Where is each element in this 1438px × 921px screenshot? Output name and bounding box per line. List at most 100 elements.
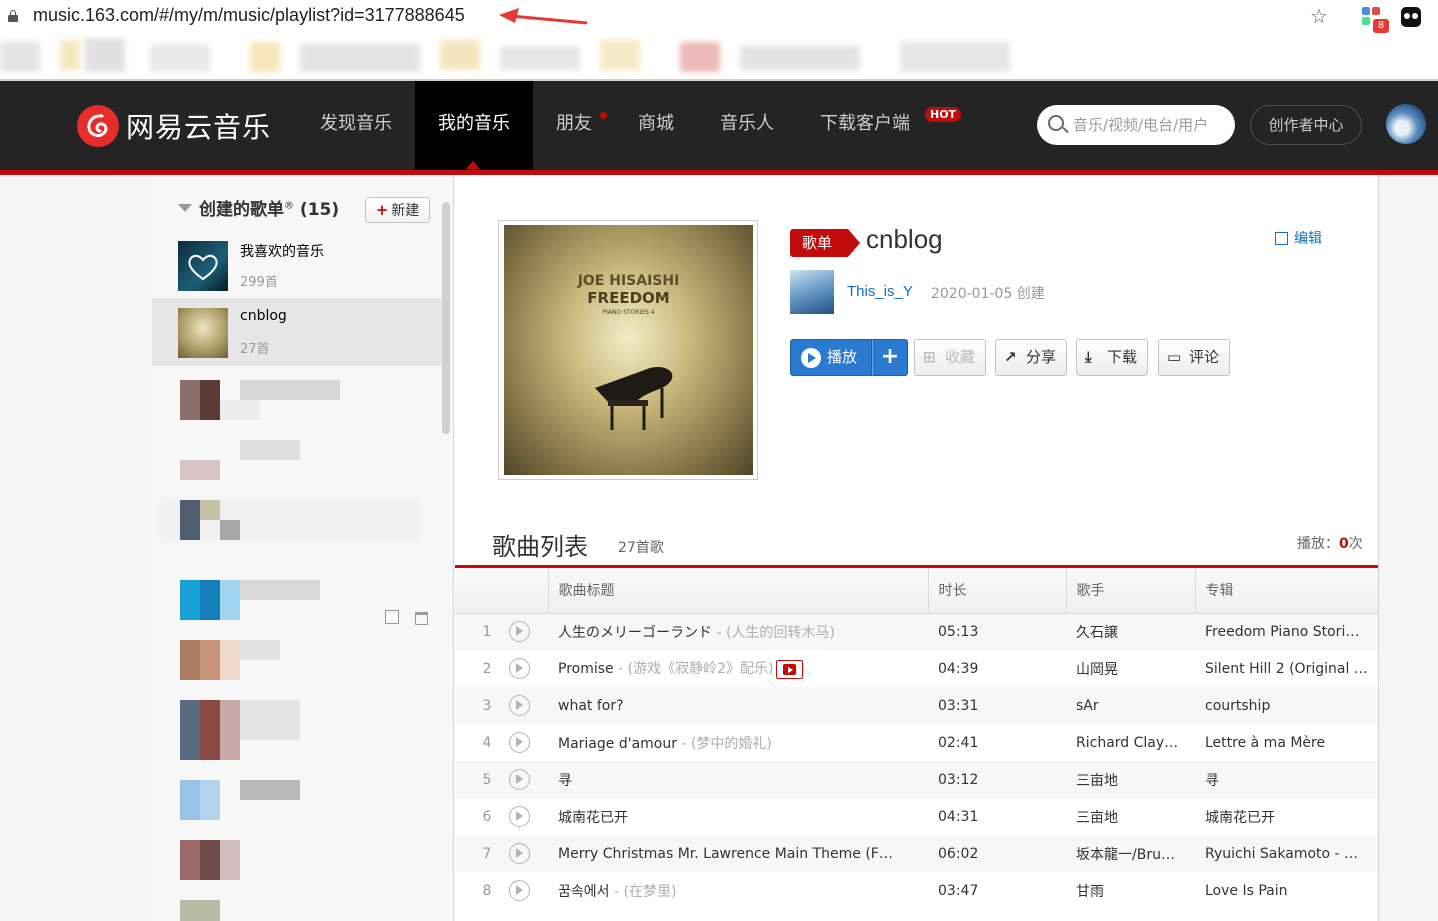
mv-icon[interactable] [776, 659, 804, 679]
song-row[interactable]: 3 what for? 03:31 sAr courtship [455, 687, 1378, 724]
song-index-cell: 2 [455, 650, 548, 687]
song-title-cell[interactable]: 寻 [548, 761, 928, 798]
address-url[interactable]: music.163.com/#/my/m/music/playlist?id=3… [33, 5, 465, 26]
song-album[interactable]: courtship [1195, 687, 1378, 724]
song-duration: 04:39 [938, 660, 979, 677]
song-title-cell[interactable]: Merry Christmas Mr. Lawrence Main Theme … [548, 835, 928, 872]
nav-friends[interactable]: 朋友 [533, 81, 615, 170]
share-button[interactable]: ↗ 分享 [995, 339, 1068, 376]
created-playlists-heading[interactable]: 创建的歌单® (15) [199, 195, 339, 220]
search-box[interactable] [1037, 105, 1235, 145]
song-index-cell: 6 [455, 798, 548, 835]
user-avatar[interactable] [1386, 104, 1426, 144]
play-circle-icon[interactable] [509, 769, 530, 790]
nav-musician[interactable]: 音乐人 [697, 81, 797, 170]
song-title[interactable]: 人生のメリーゴーランド [558, 625, 712, 641]
song-title-cell[interactable]: 城南花已开 [548, 798, 928, 835]
song-artist[interactable]: Richard Clay… [1066, 724, 1195, 761]
star-icon[interactable]: ☆ [1310, 4, 1328, 28]
song-row[interactable]: 4 Mariage d'amour - (梦中的婚礼) 02:41 Richard C… [455, 724, 1378, 761]
song-album[interactable]: Silent Hill 2 (Original … [1195, 650, 1378, 687]
delete-icon[interactable] [415, 612, 428, 625]
song-title[interactable]: 꿈속에서 [558, 884, 610, 900]
song-artist[interactable]: 三亩地 [1066, 761, 1195, 798]
song-album[interactable]: Freedom Piano Stori… [1195, 613, 1378, 650]
song-index: 7 [482, 845, 492, 862]
play-circle-icon[interactable] [509, 806, 530, 827]
song-artist[interactable]: 山岡晃 [1066, 650, 1195, 687]
song-duration: 03:12 [928, 761, 1066, 798]
nav-discover-music[interactable]: 发现音乐 [297, 81, 415, 170]
song-title[interactable]: Merry Christmas Mr. Lawrence Main Theme … [558, 846, 893, 862]
playlist-name: cnblog [240, 308, 287, 324]
song-row[interactable]: 2 Promise - (游戏《寂静岭2》配乐) 04:39 山岡晃 Silent Hi… [455, 650, 1378, 687]
new-playlist-button[interactable]: + 新建 [365, 197, 430, 223]
song-album[interactable]: Ryuichi Sakamoto - … [1195, 835, 1378, 872]
song-title[interactable]: 寻 [558, 773, 572, 789]
play-circle-icon[interactable] [509, 695, 530, 716]
search-input[interactable] [1073, 105, 1228, 145]
edit-icon[interactable] [385, 610, 399, 624]
sidebar-playlist-liked[interactable]: 我喜欢的音乐 299首 [152, 231, 442, 299]
add-to-queue-button[interactable]: + [872, 339, 908, 376]
download-button[interactable]: ⤓ 下载 [1076, 339, 1149, 376]
song-alias: - (梦中的婚礼) [676, 735, 772, 752]
song-title[interactable]: 城南花已开 [558, 810, 628, 826]
song-alias: - (游戏《寂静岭2》配乐) [613, 661, 774, 678]
download-icon: ⤓ [1085, 348, 1092, 366]
song-title-cell[interactable]: 人生のメリーゴーランド - (人生的回转木马) [548, 613, 928, 650]
song-title-cell[interactable]: Promise - (游戏《寂静岭2》配乐) [548, 650, 928, 687]
song-index: 1 [482, 623, 492, 640]
comment-button[interactable]: ▭ 评论 [1158, 339, 1231, 376]
browser-address-bar[interactable]: music.163.com/#/my/m/music/playlist?id=3… [0, 0, 1438, 34]
column-header-title: 歌曲标题 [547, 568, 928, 614]
creator-center-button[interactable]: 创作者中心 [1250, 105, 1362, 145]
song-title[interactable]: what for? [558, 698, 624, 714]
column-header-album: 专辑 [1194, 568, 1378, 614]
play-circle-icon[interactable] [509, 843, 530, 864]
song-index: 3 [482, 697, 492, 714]
song-album[interactable]: 寻 [1195, 761, 1378, 798]
song-album[interactable]: Lettre à ma Mère [1195, 724, 1378, 761]
song-album[interactable]: Love Is Pain [1195, 872, 1378, 909]
nav-download-client[interactable]: 下载客户端 [797, 81, 933, 170]
edit-icon [1275, 232, 1288, 245]
song-row[interactable]: 5 寻 03:12 三亩地寻 [455, 761, 1378, 798]
song-title-cell[interactable]: 꿈속에서 - (在梦里) [548, 872, 928, 909]
song-title[interactable]: Promise [558, 661, 614, 677]
play-button[interactable]: 播放 [790, 339, 872, 376]
song-row[interactable]: 1 人生のメリーゴーランド - (人生的回转木马) 05:13 久石譲 Freedom … [455, 613, 1378, 650]
song-title-cell[interactable]: what for? [548, 687, 928, 724]
nav-my-music[interactable]: 我的音乐 [415, 81, 533, 170]
sidebar-scrollbar[interactable] [442, 202, 450, 434]
play-circle-icon[interactable] [509, 621, 530, 643]
sidebar-playlist-cnblog[interactable]: cnblog 27首 [152, 298, 442, 366]
logo-text[interactable]: 网易云音乐 [126, 106, 271, 146]
song-title-cell[interactable]: Mariage d'amour - (梦中的婚礼) [548, 724, 928, 761]
song-row[interactable]: 8 꿈속에서 - (在梦里) 03:47 甘雨 Love Is Pain [455, 872, 1378, 909]
play-circle-icon[interactable] [509, 658, 530, 679]
song-title[interactable]: Mariage d'amour [558, 736, 677, 752]
song-alias: - (人生的回转木马) [712, 624, 835, 641]
play-circle-icon[interactable] [509, 732, 530, 753]
song-artist[interactable]: 久石譲 [1066, 613, 1195, 650]
creator-name[interactable]: This_is_Y [847, 283, 913, 300]
song-artist[interactable]: sAr [1066, 687, 1195, 724]
share-icon: ↗ [1004, 348, 1017, 366]
collapse-triangle-icon[interactable] [178, 204, 192, 212]
song-duration: 05:13 [928, 613, 1066, 650]
netease-logo-icon[interactable] [77, 105, 119, 147]
play-icon [801, 348, 821, 368]
song-album[interactable]: 城南花已开 [1195, 798, 1378, 835]
edit-playlist-link[interactable]: 编辑 [1275, 228, 1322, 248]
song-duration: 06:02 [928, 835, 1066, 872]
song-row[interactable]: 6 城南花已开 04:31 三亩地 城南花已开 [455, 798, 1378, 835]
song-artist[interactable]: 坂本龍一/Bru… [1066, 835, 1195, 872]
song-row[interactable]: 7 Merry Christmas Mr. Lawrence Main Theme… [455, 835, 1378, 872]
song-artist[interactable]: 三亩地 [1066, 798, 1195, 835]
nav-store[interactable]: 商城 [615, 81, 697, 170]
profile-icon[interactable] [1401, 7, 1421, 27]
song-artist[interactable]: 甘雨 [1066, 872, 1195, 909]
play-circle-icon[interactable] [509, 880, 530, 901]
creator-avatar[interactable] [790, 270, 834, 314]
